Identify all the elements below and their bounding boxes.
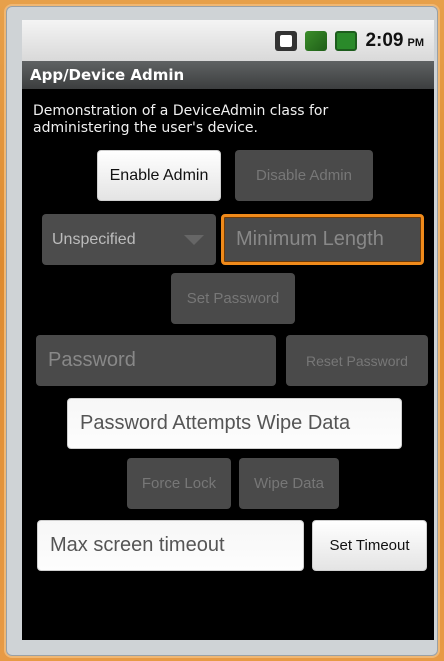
set-timeout-button[interactable]: Set Timeout <box>312 520 427 571</box>
password-field[interactable]: Password <box>36 335 276 386</box>
clock-ampm: PM <box>407 36 425 49</box>
reset-password-button[interactable]: Reset Password <box>286 335 428 386</box>
password-quality-spinner[interactable]: Unspecified <box>42 214 216 265</box>
wipe-data-button[interactable]: Wipe Data <box>239 458 339 509</box>
status-bar: 2:09 PM <box>22 20 434 61</box>
max-timeout-field[interactable]: Max screen timeout <box>37 520 304 571</box>
title-bar: App/Device Admin <box>22 61 434 89</box>
description-text: Demonstration of a DeviceAdmin class for… <box>33 103 329 136</box>
battery-icon <box>335 30 358 51</box>
chevron-down-icon <box>184 234 204 245</box>
set-password-button[interactable]: Set Password <box>171 273 295 324</box>
clock: 2:09 PM <box>365 30 424 52</box>
disable-admin-button[interactable]: Disable Admin <box>235 150 373 201</box>
password-attempts-field[interactable]: Password Attempts Wipe Data <box>67 398 402 449</box>
signal-icon <box>305 30 328 51</box>
minimum-length-field[interactable]: Minimum Length <box>221 214 424 265</box>
spinner-selected-label: Unspecified <box>52 230 136 248</box>
data-icon <box>275 30 298 51</box>
enable-admin-button[interactable]: Enable Admin <box>97 150 221 201</box>
device-screen: 2:09 PM App/Device Admin Demonstration of… <box>22 20 434 640</box>
clock-time: 2:09 <box>365 29 404 51</box>
force-lock-button[interactable]: Force Lock <box>127 458 231 509</box>
